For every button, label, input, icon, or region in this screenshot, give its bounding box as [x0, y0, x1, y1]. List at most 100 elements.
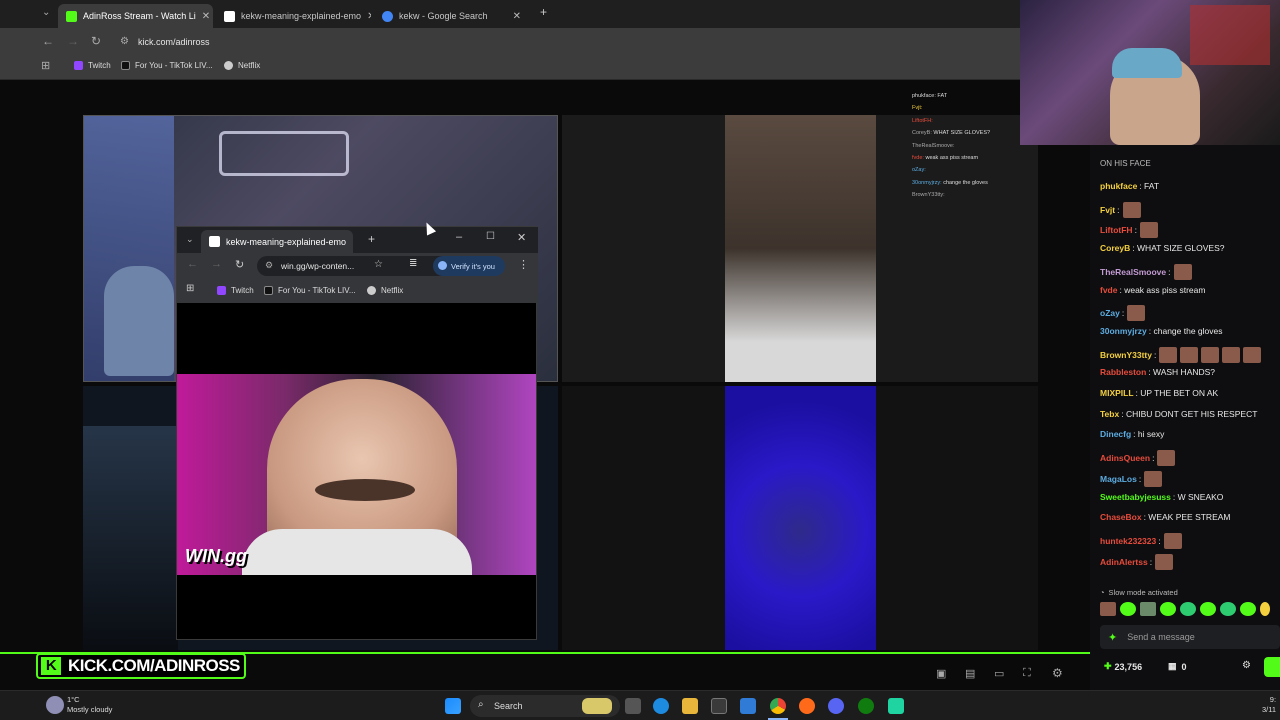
popup-tab-search-icon[interactable]: ⌄ — [186, 234, 194, 245]
brave-icon[interactable] — [799, 698, 815, 714]
windows-start-icon[interactable] — [445, 698, 461, 714]
reading-list-icon[interactable]: ≣ — [409, 258, 417, 269]
chat-username[interactable]: 30onmyjrzy — [1100, 326, 1147, 336]
chat-username[interactable]: huntek232323 — [1100, 536, 1156, 546]
emote-icon[interactable] — [1200, 602, 1216, 616]
mail-icon[interactable] — [740, 698, 756, 714]
chat-send-button[interactable] — [1264, 657, 1280, 677]
apps-grid-icon[interactable]: ⊞ — [41, 59, 50, 72]
close-window-icon[interactable]: ✕ — [517, 231, 526, 244]
chat-username[interactable]: MIXPILL — [1100, 388, 1134, 398]
tab-kekw-meaning[interactable]: kekw-meaning-explained-emo ✕ — [216, 4, 371, 28]
weather-widget[interactable]: 1°C Mostly cloudy — [67, 695, 112, 715]
bookmark-tiktok[interactable]: For You - TikTok LIV... — [264, 286, 356, 295]
bookmark-netflix[interactable]: Netflix — [224, 61, 260, 70]
tab-google-search[interactable]: kekw - Google Search ✕ — [374, 4, 529, 28]
search-icon: ⌕ — [478, 699, 484, 710]
new-tab-button[interactable]: + — [540, 5, 547, 19]
store-icon[interactable] — [711, 698, 727, 714]
chat-username[interactable]: oZay — [1100, 308, 1120, 318]
reload-icon[interactable]: ↻ — [91, 34, 101, 48]
back-icon[interactable]: ← — [187, 258, 198, 270]
chat-username[interactable]: Dinecfg — [1100, 429, 1131, 439]
banner-text: KICK.COM/ADINROSS — [68, 656, 240, 675]
channel-points[interactable]: ✚ 23,756 — [1104, 661, 1142, 672]
system-clock[interactable]: 9: 3/11 — [1262, 695, 1276, 715]
apps-grid-icon[interactable]: ⊞ — [186, 283, 194, 294]
verify-button[interactable]: Verify it's you — [433, 256, 505, 276]
minimize-icon[interactable]: – — [456, 231, 462, 243]
chat-username[interactable]: BrownY33tty — [1100, 350, 1152, 360]
emote-icon[interactable] — [1100, 602, 1116, 616]
discord-icon[interactable] — [828, 698, 844, 714]
site-info-icon[interactable]: ⚙ — [120, 36, 129, 47]
close-tab-icon[interactable]: ✕ — [507, 11, 521, 22]
chat-text: : CHIBU DONT GET HIS RESPECT — [1121, 408, 1258, 419]
chat-username[interactable]: CoreyB — [1100, 243, 1130, 253]
taskbar-search[interactable]: ⌕ Search — [470, 695, 620, 717]
chat-text: : — [1153, 349, 1157, 360]
site-info-icon[interactable]: ⚙ — [265, 260, 273, 271]
emote-icon[interactable] — [1180, 602, 1196, 616]
gift-count[interactable]: ▦ 0 — [1168, 661, 1187, 672]
bookmark-tiktok[interactable]: For You - TikTok LIV... — [121, 61, 213, 70]
xbox-icon[interactable] — [858, 698, 874, 714]
chat-username[interactable]: Rabbleston — [1100, 367, 1146, 377]
address-bar[interactable]: ⚙ kick.com/adinross — [114, 32, 994, 52]
back-icon[interactable]: ← — [42, 34, 54, 48]
overlay-text: weak ass piss stream — [925, 155, 979, 162]
sparkle-icon[interactable]: ✦ — [1108, 631, 1117, 644]
pip-icon[interactable]: ▣ — [936, 667, 946, 680]
maximize-icon[interactable]: ☐ — [486, 231, 495, 242]
bookmark-twitch[interactable]: Twitch — [217, 286, 254, 295]
video-tile-bottom-right[interactable] — [562, 386, 1038, 650]
emote-icon[interactable] — [1240, 602, 1256, 616]
emote-icon[interactable] — [1260, 602, 1270, 616]
bookmark-star-icon[interactable]: ☆ — [374, 259, 383, 270]
chat-username[interactable]: phukface — [1100, 181, 1137, 191]
close-tab-icon[interactable]: ✕ — [346, 236, 353, 247]
chat-username[interactable]: fvde — [1100, 285, 1117, 295]
close-tab-icon[interactable]: ✕ — [196, 11, 210, 22]
forward-icon[interactable]: → — [67, 34, 79, 48]
clip-icon[interactable]: ▤ — [965, 667, 975, 680]
chat-username[interactable]: LiftotFH — [1100, 225, 1133, 235]
close-tab-icon[interactable]: ✕ — [361, 11, 371, 22]
bookmark-twitch[interactable]: Twitch — [74, 61, 111, 70]
settings-gear-icon[interactable]: ⚙ — [1052, 666, 1063, 680]
fullscreen-icon[interactable]: ⛶ — [1023, 667, 1031, 680]
edge-icon[interactable] — [653, 698, 669, 714]
chat-username[interactable]: ChaseBox — [1100, 512, 1142, 522]
theater-mode-icon[interactable]: ▭ — [994, 667, 1004, 680]
overlay-chat-line: TheRealSmoove: — [912, 140, 1022, 152]
chat-username[interactable]: Sweetbabyjesuss — [1100, 492, 1171, 502]
chrome-icon[interactable] — [770, 698, 786, 714]
chat-text: : change the gloves — [1148, 325, 1223, 336]
emote-icon[interactable] — [1160, 602, 1176, 616]
menu-kebab-icon[interactable]: ⋮ — [518, 258, 529, 271]
emote-icon[interactable] — [1220, 602, 1236, 616]
reload-icon[interactable]: ↻ — [235, 258, 244, 271]
chat-username[interactable]: Tebx — [1100, 409, 1119, 419]
chat-settings-icon[interactable]: ⚙ — [1242, 660, 1251, 671]
chat-username[interactable]: AdinAlertss — [1100, 557, 1148, 567]
forward-icon[interactable]: → — [211, 258, 222, 270]
bookmark-netflix[interactable]: Netflix — [367, 286, 403, 295]
weather-icon[interactable] — [46, 696, 64, 714]
chat-username[interactable]: AdinsQueen — [1100, 453, 1150, 463]
chat-username[interactable]: Fvjt — [1100, 205, 1115, 215]
popup-address-bar[interactable]: ⚙ win.gg/wp-conten... ☆ — [257, 256, 457, 276]
emote-icon[interactable] — [1120, 602, 1136, 616]
popup-tab-kekw[interactable]: kekw-meaning-explained-emo ✕ — [201, 230, 353, 253]
chat-input[interactable]: ✦ Send a message — [1100, 625, 1280, 649]
chat-message: Sweetbabyjesuss: W SNEAKO — [1100, 492, 1223, 502]
chat-username[interactable]: TheRealSmoove — [1100, 267, 1166, 277]
task-view-icon[interactable] — [625, 698, 641, 714]
tab-kick[interactable]: AdinRoss Stream - Watch Li ✕ — [58, 4, 213, 28]
tab-search-icon[interactable]: ⌄ — [42, 7, 50, 18]
emote-icon[interactable] — [1140, 602, 1156, 616]
app-icon[interactable] — [888, 698, 904, 714]
file-explorer-icon[interactable] — [682, 698, 698, 714]
popup-new-tab-button[interactable]: + — [368, 232, 375, 246]
chat-username[interactable]: MagaLos — [1100, 474, 1137, 484]
